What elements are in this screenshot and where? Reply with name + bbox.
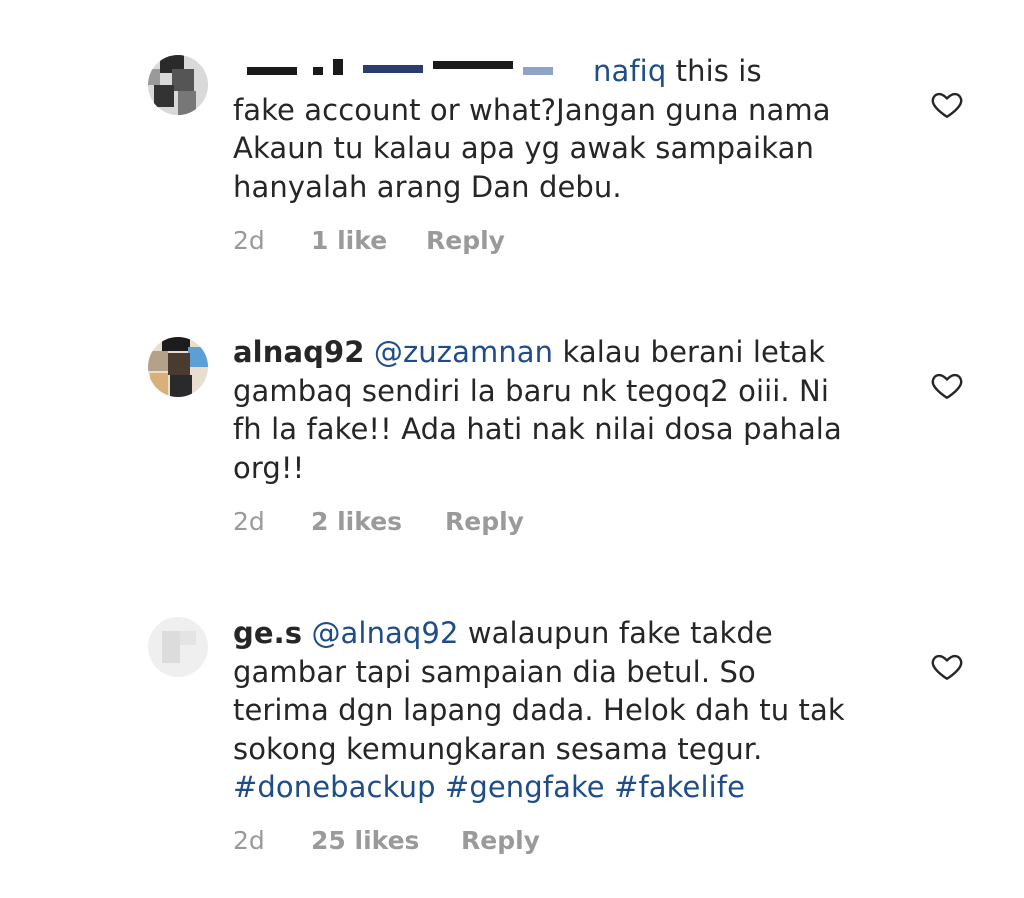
mention-link[interactable]: @zuzamnan — [374, 335, 553, 369]
comment-line: gambaq sendiri la baru nk tegoq2 oiii. N… — [233, 373, 830, 408]
comment-text: ge.s @alnaq92 walaupun fake takde gambar… — [233, 614, 883, 807]
reply-button[interactable]: Reply — [461, 821, 540, 861]
comment-line: gambar tapi sampaian dia betul. So — [233, 654, 756, 689]
reply-button[interactable]: Reply — [445, 502, 524, 542]
hashtag-link[interactable]: #donebackup — [233, 770, 436, 804]
reply-button[interactable]: Reply — [426, 221, 505, 261]
username-tail[interactable]: nafiq — [593, 54, 666, 88]
likes-count[interactable]: 25 likes — [311, 821, 419, 861]
timestamp: 2d — [233, 507, 265, 536]
avatar[interactable] — [148, 337, 208, 397]
comment-line-1: walaupun fake takde — [458, 616, 773, 650]
comment-line: hanyalah arang Dan debu. — [233, 169, 622, 204]
comment-line: fake account or what?Jangan guna nama — [233, 92, 831, 127]
comment-line: org!! — [233, 450, 305, 485]
comment-text: nafiq this is fake account or what?Janga… — [233, 52, 883, 206]
avatar[interactable] — [148, 617, 208, 677]
timestamp: 2d — [233, 226, 265, 255]
comment-line-1: kalau berani letak — [553, 335, 826, 369]
heart-outline-icon[interactable] — [930, 87, 964, 121]
mention-link[interactable]: @alnaq92 — [311, 616, 458, 650]
username[interactable]: ge.s — [233, 616, 302, 650]
avatar[interactable] — [148, 55, 208, 115]
comment-line: fh la fake!! Ada hati nak nilai dosa pah… — [233, 412, 842, 446]
likes-count[interactable]: 2 likes — [311, 502, 402, 542]
hashtag-link[interactable]: #gengfake — [445, 770, 605, 804]
username-redacted[interactable] — [233, 55, 593, 81]
likes-count[interactable]: 1 like — [311, 221, 387, 261]
comment-line: sokong kemungkaran sesama tegur. — [233, 731, 763, 766]
comment-text: alnaq92 @zuzamnan kalau berani letak gam… — [233, 333, 883, 487]
username[interactable]: alnaq92 — [233, 335, 365, 369]
timestamp: 2d — [233, 826, 265, 855]
comment-line-1: this is — [666, 54, 762, 88]
heart-outline-icon[interactable] — [930, 368, 964, 402]
comment-line: terima dgn lapang dada. Helok dah tu tak — [233, 693, 845, 727]
hashtag-link[interactable]: #fakelife — [614, 770, 745, 804]
heart-outline-icon[interactable] — [930, 649, 964, 683]
comment-line: Akaun tu kalau apa yg awak sampaikan — [233, 131, 814, 165]
